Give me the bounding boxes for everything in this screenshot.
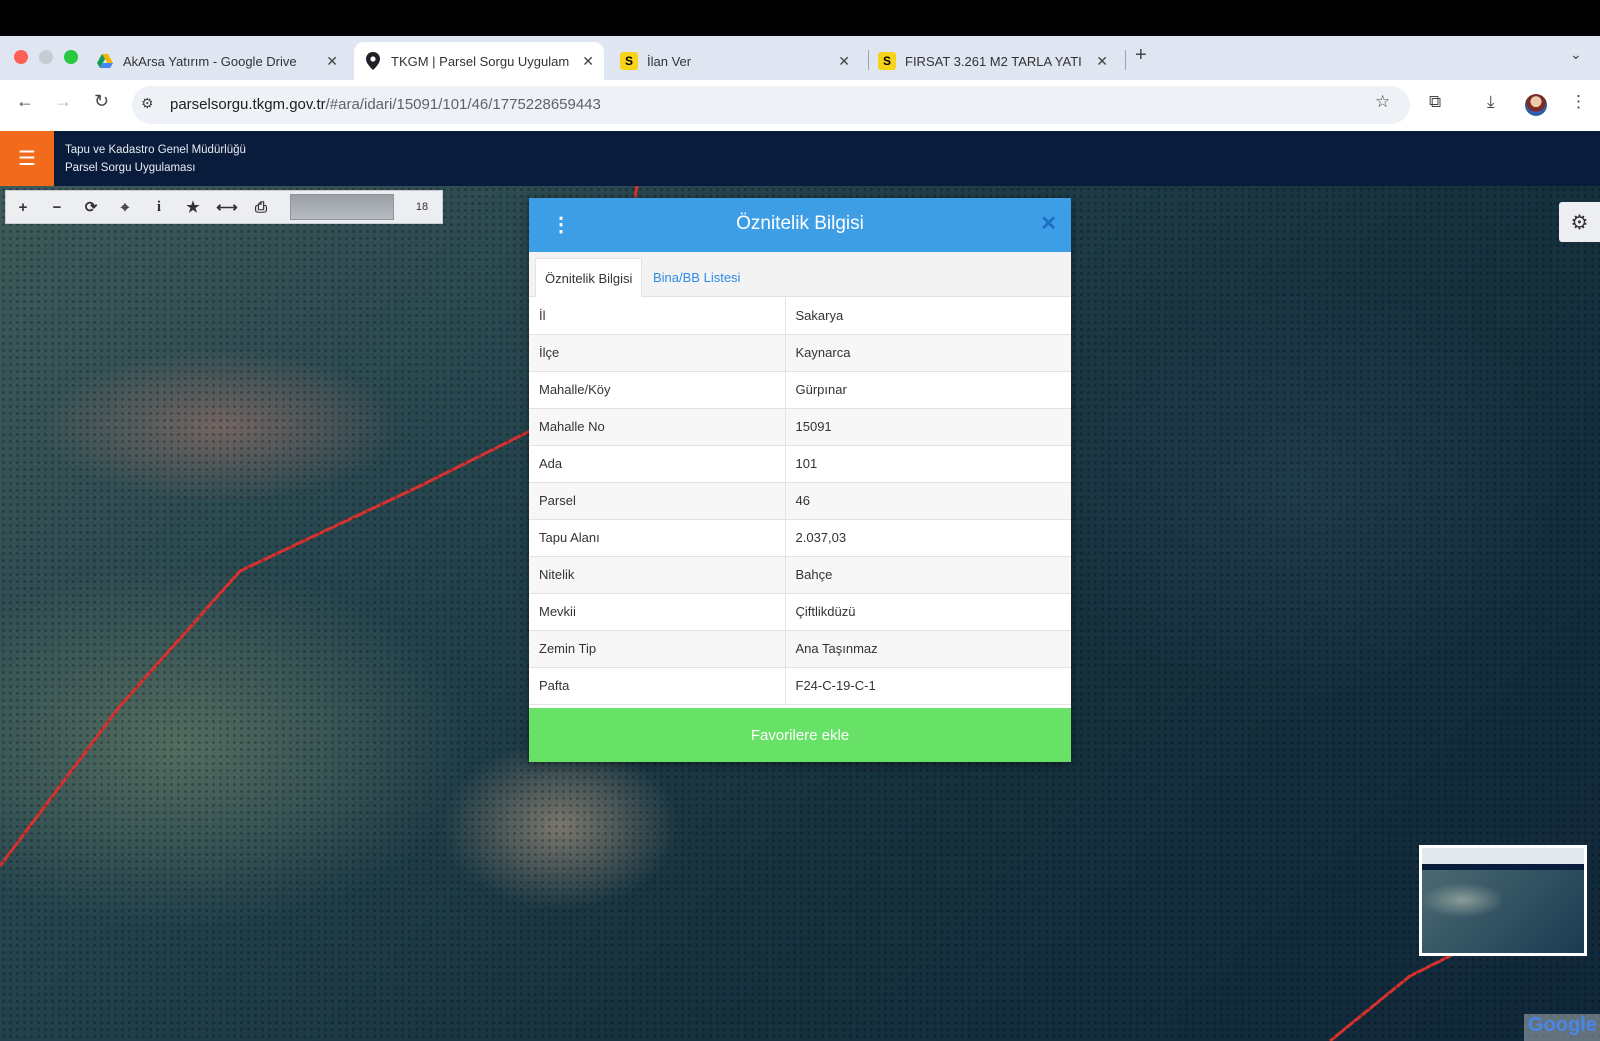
browser-tab-firsat[interactable]: S FIRSAT 3.261 M2 TARLA YATI ✕: [878, 42, 1118, 80]
row-key: Pafta: [529, 667, 786, 705]
window-minimize-button[interactable]: [39, 50, 53, 64]
os-top-bar: [0, 0, 1600, 36]
browser-tab-ilan-ver[interactable]: S İlan Ver ✕: [620, 42, 860, 80]
table-row: Pafta F24-C-19-C-1: [529, 667, 1071, 705]
row-value: Gürpınar: [785, 371, 1071, 409]
tab-attribute-info[interactable]: Öznitelik Bilgisi: [535, 258, 643, 297]
profile-avatar[interactable]: [1525, 94, 1547, 116]
info-icon[interactable]: i: [142, 191, 176, 223]
row-key: Mevkii: [529, 593, 786, 631]
row-value: 15091: [785, 408, 1071, 446]
row-key: Tapu Alanı: [529, 519, 786, 557]
window-close-button[interactable]: [14, 50, 28, 64]
site-settings-icon[interactable]: ⚙: [141, 95, 154, 112]
table-row: Ada 101: [529, 445, 1071, 483]
row-key: Mahalle/Köy: [529, 371, 786, 409]
tab-title: AkArsa Yatırım - Google Drive: [123, 53, 297, 69]
browser-tab-drive[interactable]: AkArsa Yatırım - Google Drive ✕: [96, 42, 348, 80]
table-row: Mevkii Çiftlikdüzü: [529, 593, 1071, 631]
s-favicon-icon: S: [878, 52, 896, 70]
back-arrow-icon[interactable]: ←: [16, 91, 34, 112]
row-value: 101: [785, 445, 1071, 483]
close-tab-icon[interactable]: ✕: [1096, 53, 1108, 70]
tab-title: TKGM | Parsel Sorgu Uygulam: [391, 53, 570, 69]
row-key: Parsel: [529, 482, 786, 520]
row-key: Mahalle No: [529, 408, 786, 446]
app-name: Parsel Sorgu Uygulaması: [65, 162, 196, 174]
table-row: Nitelik Bahçe: [529, 556, 1071, 594]
tab-divider: [1125, 50, 1126, 70]
extensions-puzzle-icon[interactable]: ⧉: [1429, 92, 1441, 112]
row-value: Çiftlikdüzü: [785, 593, 1071, 631]
table-row: İl Sakarya: [529, 297, 1071, 335]
browser-tab-tkgm[interactable]: TKGM | Parsel Sorgu Uygulam ✕: [354, 42, 604, 80]
table-row: Tapu Alanı 2.037,03: [529, 519, 1071, 557]
add-to-favorites-button[interactable]: Favorilere ekle: [529, 708, 1071, 762]
close-icon[interactable]: ✕: [1040, 211, 1057, 236]
hamburger-menu-icon[interactable]: ☰: [0, 131, 54, 186]
modal-tabs: Öznitelik Bilgisi Bina/BB Listesi: [529, 252, 1071, 297]
print-icon[interactable]: ⎙: [244, 191, 278, 223]
modal-title: Öznitelik Bilgisi: [736, 213, 864, 234]
overview-minimap[interactable]: [1419, 845, 1587, 956]
row-key: İl: [529, 297, 786, 335]
table-row: İlçe Kaynarca: [529, 334, 1071, 372]
org-name: Tapu ve Kadastro Genel Müdürlüğü: [65, 144, 246, 156]
zoom-level: 18: [415, 201, 429, 213]
table-row: Zemin Tip Ana Taşınmaz: [529, 630, 1071, 668]
tab-divider: [868, 50, 869, 70]
tab-building-list[interactable]: Bina/BB Listesi: [644, 258, 749, 297]
row-value: Ana Taşınmaz: [785, 630, 1071, 668]
attribute-info-modal: ⋮ Öznitelik Bilgisi ✕ Öznitelik Bilgisi …: [529, 198, 1071, 762]
row-key: İlçe: [529, 334, 786, 372]
map-settings-gear-icon[interactable]: ⚙: [1559, 202, 1600, 242]
locate-crosshair-icon[interactable]: ⌖: [108, 191, 142, 223]
bookmark-star-icon[interactable]: ☆: [1375, 92, 1390, 112]
row-key: Zemin Tip: [529, 630, 786, 668]
map-pin-icon: [364, 52, 382, 70]
minimap-terrain: [1422, 870, 1584, 953]
table-row: Mahalle/Köy Gürpınar: [529, 371, 1071, 409]
window-zoom-button[interactable]: [64, 50, 78, 64]
url-host: parselsorgu.tkgm.gov.tr: [170, 96, 326, 113]
download-icon[interactable]: ⤓: [1487, 92, 1495, 112]
tab-search-chevron-icon[interactable]: ⌄: [1570, 46, 1582, 63]
app-branding: Tapu ve Kadastro Genel Müdürlüğü Parsel …: [65, 141, 246, 177]
close-tab-icon[interactable]: ✕: [838, 53, 850, 70]
modal-header: ⋮ Öznitelik Bilgisi ✕: [529, 198, 1071, 252]
minimap-browser-chrome: [1422, 848, 1584, 864]
row-value: 46: [785, 482, 1071, 520]
tab-title: FIRSAT 3.261 M2 TARLA YATI: [905, 53, 1082, 69]
close-tab-icon[interactable]: ✕: [582, 53, 594, 70]
map-toolbar: + − ⟳ ⌖ i ★ ⟷ ⎙ 18: [5, 190, 443, 224]
row-key: Nitelik: [529, 556, 786, 594]
attribute-table: İl Sakarya İlçe Kaynarca Mahalle/Köy Gürpın…: [529, 297, 1071, 705]
zoom-in-icon[interactable]: +: [6, 191, 40, 223]
row-value: F24-C-19-C-1: [785, 667, 1071, 705]
google-drive-icon: [96, 52, 114, 70]
table-row: Parsel 46: [529, 482, 1071, 520]
forward-arrow-icon[interactable]: →: [54, 91, 72, 112]
row-value: Bahçe: [785, 556, 1071, 594]
row-key: Ada: [529, 445, 786, 483]
row-value: 2.037,03: [785, 519, 1071, 557]
url-path: /#ara/idari/15091/101/46/1775228659443: [325, 96, 601, 113]
tab-title: İlan Ver: [647, 53, 692, 69]
zoom-out-icon[interactable]: −: [40, 191, 74, 223]
url-text[interactable]: parselsorgu.tkgm.gov.tr/#ara/idari/15091…: [170, 96, 601, 113]
row-value: Sakarya: [785, 297, 1071, 335]
zoom-slider[interactable]: [290, 194, 394, 220]
browser-menu-kebab-icon[interactable]: ⋮: [1570, 92, 1587, 112]
s-favicon-icon: S: [620, 52, 638, 70]
row-value: Kaynarca: [785, 334, 1071, 372]
close-tab-icon[interactable]: ✕: [326, 53, 338, 70]
table-row: Mahalle No 15091: [529, 408, 1071, 446]
refresh-icon[interactable]: ⟳: [74, 191, 108, 223]
measure-distance-icon[interactable]: ⟷: [210, 191, 244, 223]
reload-icon[interactable]: ↻: [94, 91, 109, 112]
favorites-star-icon[interactable]: ★: [176, 191, 210, 223]
google-attribution-logo: Google: [1524, 1014, 1600, 1041]
new-tab-plus-icon[interactable]: +: [1135, 44, 1147, 67]
